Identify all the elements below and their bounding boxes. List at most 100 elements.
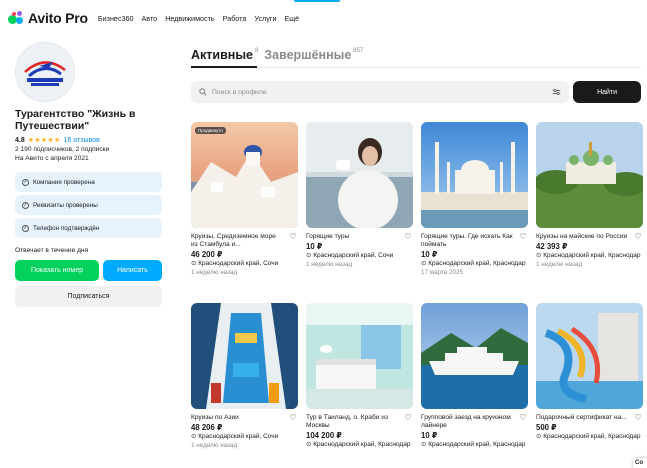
- nav-item-more[interactable]: Ещё: [284, 14, 299, 23]
- tab-active[interactable]: Активные 8: [191, 48, 258, 67]
- listing-card[interactable]: Тур в Таиланд, о. Краби из Москвы ♡ 104 …: [306, 303, 413, 450]
- verification-badges: ✓ Компания проверена ✓ Реквизиты провере…: [15, 172, 162, 238]
- listing-title[interactable]: Подарочный сертификат на...: [536, 414, 628, 422]
- location-pin-icon: ⊙: [191, 433, 197, 440]
- heart-icon[interactable]: ♡: [633, 414, 643, 422]
- location-pin-icon: ⊙: [306, 441, 312, 448]
- seller-profile: Турагентство "Жизнь в Путешествии" 4.8 ★…: [15, 42, 162, 307]
- listing-card[interactable]: Круизы на майские по России ♡ 42 393 ₽ ⊙…: [536, 122, 643, 294]
- heart-icon[interactable]: ♡: [403, 414, 413, 430]
- contact-buttons: Показать номер Написать: [15, 260, 162, 281]
- listing-location-text: Краснодарский край, Сочи: [198, 433, 279, 440]
- member-since: На Авито с апреля 2021: [15, 155, 89, 162]
- heart-icon[interactable]: ♡: [288, 233, 298, 249]
- check-circle-icon: ✓: [22, 224, 29, 232]
- check-circle-icon: ✓: [22, 178, 29, 186]
- listing-title[interactable]: Групповой заезд на круизном лайнере: [421, 414, 513, 430]
- location-pin-icon: ⊙: [421, 441, 427, 448]
- nav-item-auto[interactable]: Авто: [142, 14, 158, 23]
- search-icon: [199, 88, 207, 96]
- listing-date: 1 неделю назад: [191, 442, 238, 449]
- listing-location-text: Краснодарский край, Краснодар: [313, 441, 411, 448]
- listing-title[interactable]: Круизы, Средиземное море из Стамбула и..…: [191, 233, 283, 249]
- write-message-button[interactable]: Написать: [103, 260, 162, 281]
- listing-card[interactable]: Продвинуто Круизы, Средиземное море из С…: [191, 122, 298, 294]
- listing-location: ⊙ Краснодарский край, Краснодар: [536, 433, 643, 441]
- search-button[interactable]: Найти: [573, 81, 641, 103]
- listing-location-text: Краснодарский край, Краснодар: [543, 433, 641, 440]
- heart-icon[interactable]: ♡: [518, 414, 528, 430]
- listing-card[interactable]: Подарочный сертификат на... ♡ 500 ₽ ⊙ Кр…: [536, 303, 643, 450]
- listing-title[interactable]: Тур в Таиланд, о. Краби из Москвы: [306, 414, 398, 430]
- listing-price: 10 ₽: [421, 431, 438, 440]
- listing-date: 17 марта 2025: [421, 269, 464, 276]
- listing-card[interactable]: Круизы по Азии ♡ 48 206 ₽ ⊙ Краснодарски…: [191, 303, 298, 450]
- listing-title[interactable]: Горящие туры: [306, 233, 398, 241]
- listing-card[interactable]: Горящие туры. Где искать Как поймать ♡ 1…: [421, 122, 528, 294]
- rating-row: 4.8 ★★★★★ 16 отзывов: [15, 136, 162, 145]
- listing-location: ⊙ Краснодарский край, Краснодар: [421, 260, 528, 268]
- followers-count: 2 190 подписчиков, 2 подписки: [15, 146, 110, 153]
- listing-title[interactable]: Круизы на майские по России: [536, 233, 628, 241]
- listing-location: ⊙ Краснодарский край, Сочи: [191, 433, 298, 441]
- badge-label: Телефон подтверждён: [33, 224, 100, 232]
- listing-price: 10 ₽: [421, 250, 438, 259]
- heart-icon[interactable]: ♡: [403, 233, 413, 241]
- heart-icon[interactable]: ♡: [518, 233, 528, 249]
- listing-photo[interactable]: [421, 122, 528, 228]
- heart-icon[interactable]: ♡: [288, 414, 298, 422]
- avito-pro-logo[interactable]: Avito Pro: [8, 10, 88, 26]
- listing-photo[interactable]: Продвинуто: [191, 122, 298, 228]
- listing-price: 104 200 ₽: [306, 431, 342, 440]
- listing-photo[interactable]: [536, 122, 643, 228]
- nav-item-services[interactable]: Услуги: [254, 14, 276, 23]
- rating-value: 4.8: [15, 136, 25, 144]
- location-pin-icon: ⊙: [421, 260, 427, 267]
- listing-price: 48 206 ₽: [191, 423, 223, 432]
- badge-label: Компания проверена: [33, 178, 95, 186]
- badge-phone-confirmed: ✓ Телефон подтверждён: [15, 218, 162, 238]
- location-pin-icon: ⊙: [191, 260, 197, 267]
- location-pin-icon: ⊙: [536, 433, 542, 440]
- listing-photo[interactable]: [421, 303, 528, 409]
- seller-name: Турагентство "Жизнь в Путешествии": [15, 108, 136, 132]
- tab-completed[interactable]: Завершённые 857: [264, 48, 363, 67]
- listing-photo[interactable]: [536, 303, 643, 409]
- rating-stars-icon: ★★★★★: [27, 137, 61, 144]
- listing-location-text: Краснодарский край, Сочи: [198, 260, 279, 267]
- listing-title[interactable]: Горящие туры. Где искать Как поймать: [421, 233, 513, 249]
- listing-date: 1 неделю назад: [536, 261, 583, 268]
- listing-title[interactable]: Круизы по Азии: [191, 414, 283, 422]
- search-row: Найти: [191, 81, 641, 103]
- listing-photo[interactable]: [306, 122, 413, 228]
- listing-price: 10 ₽: [306, 242, 323, 251]
- listing-photo[interactable]: [306, 303, 413, 409]
- nav-item-business360[interactable]: Бизнес360: [98, 14, 134, 23]
- nav-item-realty[interactable]: Недвижимость: [165, 14, 214, 23]
- listing-photo[interactable]: [191, 303, 298, 409]
- reviews-link[interactable]: 16 отзывов: [64, 137, 100, 144]
- listing-card[interactable]: Горящие туры ♡ 10 ₽ ⊙ Краснодарский край…: [306, 122, 413, 294]
- corner-chip[interactable]: Co: [633, 458, 647, 468]
- search-box: [191, 81, 570, 103]
- listings-section: Активные 8 Завершённые 857 Найти: [191, 46, 643, 449]
- listing-card[interactable]: Групповой заезд на круизном лайнере ♡ 10…: [421, 303, 528, 450]
- filter-icon[interactable]: [552, 88, 561, 96]
- nav-item-jobs[interactable]: Работа: [223, 14, 247, 23]
- badge-label: Реквизиты проверены: [33, 201, 98, 209]
- listing-location: ⊙ Краснодарский край, Сочи: [306, 252, 413, 260]
- promoted-badge: Продвинуто: [195, 127, 226, 134]
- listings-grid: Продвинуто Круизы, Средиземное море из С…: [191, 122, 643, 450]
- show-phone-button[interactable]: Показать номер: [15, 260, 99, 281]
- travel-logo-icon: [24, 61, 66, 86]
- listing-location-text: Краснодарский край, Краснодар: [543, 252, 641, 259]
- badge-requisites-verified: ✓ Реквизиты проверены: [15, 195, 162, 215]
- avito-dots-icon: [8, 11, 24, 25]
- listing-price: 500 ₽: [536, 423, 557, 432]
- avatar: [15, 42, 75, 102]
- subscribe-button[interactable]: Подписаться: [15, 286, 162, 307]
- search-input[interactable]: [212, 88, 548, 96]
- location-pin-icon: ⊙: [306, 252, 312, 259]
- heart-icon[interactable]: ♡: [633, 233, 643, 241]
- listing-tabs: Активные 8 Завершённые 857: [191, 46, 641, 68]
